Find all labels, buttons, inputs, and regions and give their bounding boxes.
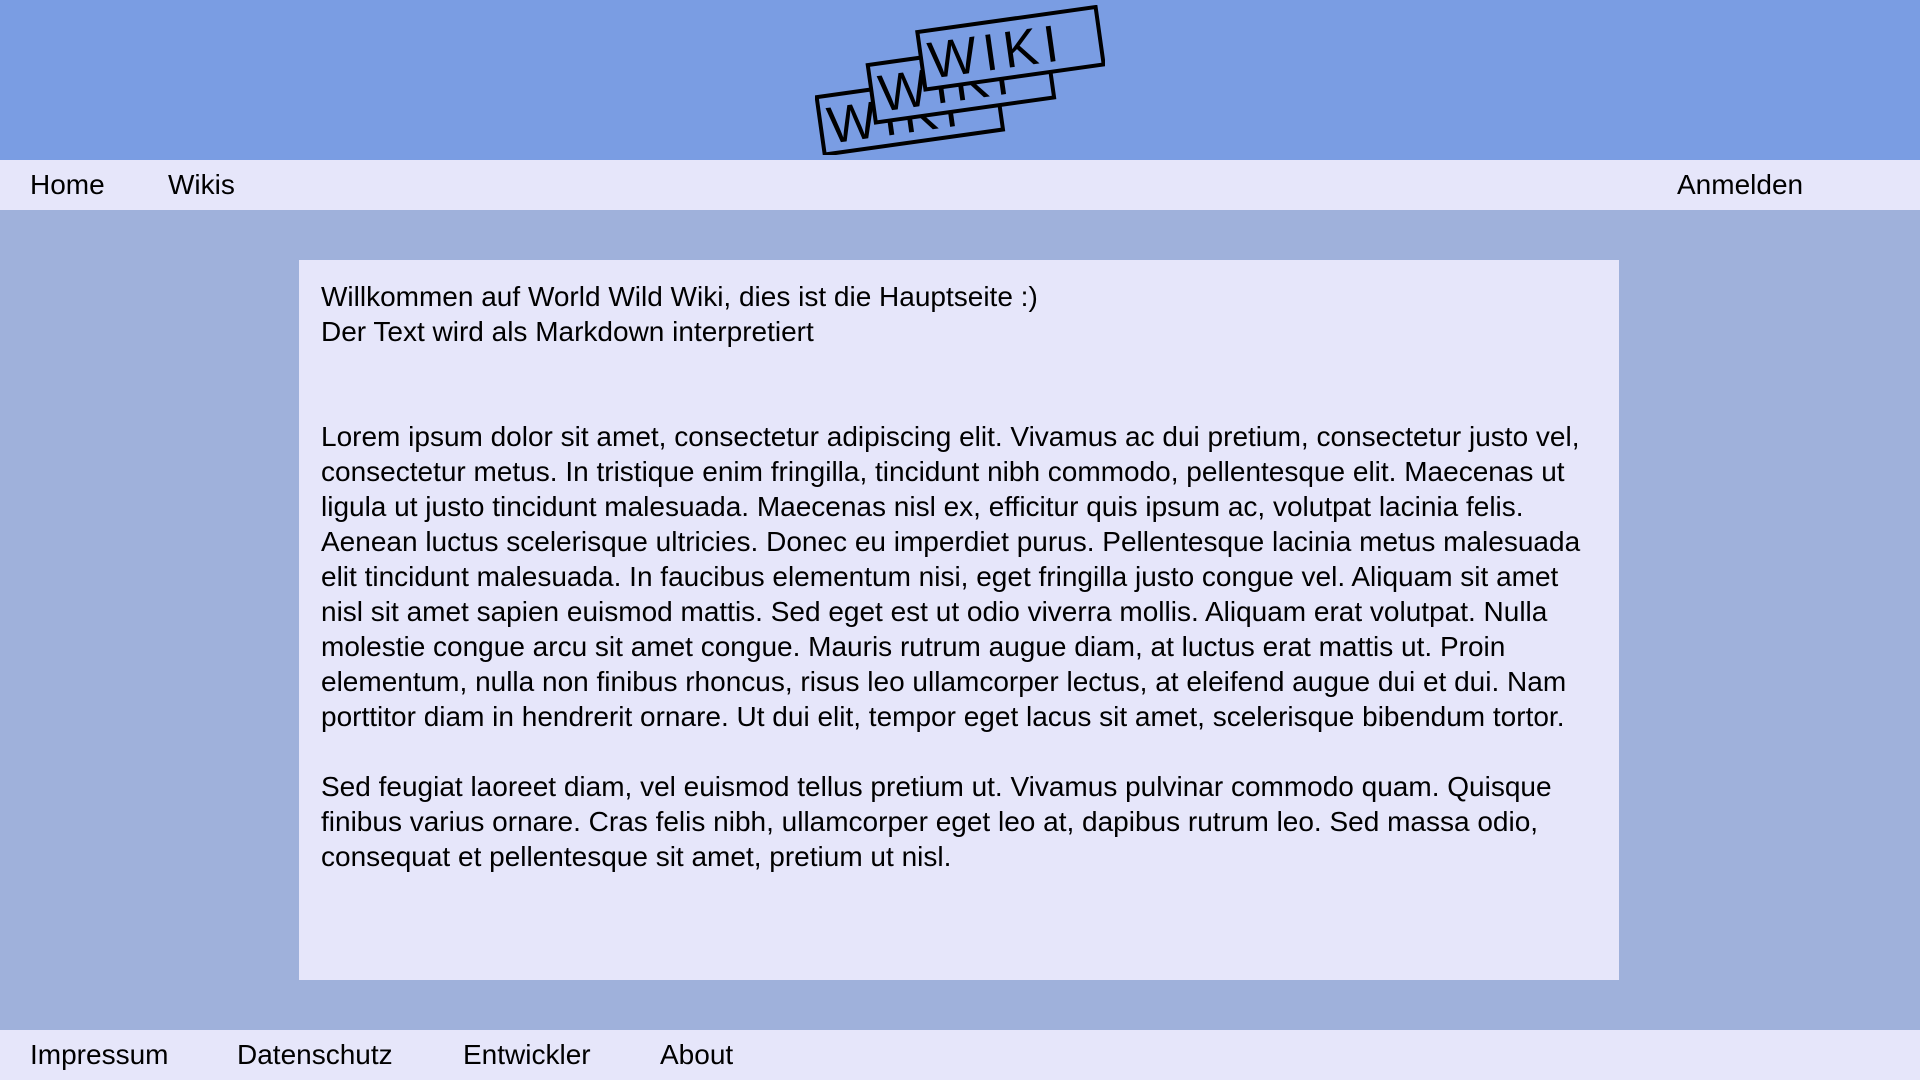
nav-home-link[interactable]: Home [30, 160, 105, 210]
nav-login-link[interactable]: Anmelden [1677, 160, 1803, 210]
markdown-note-line: Der Text wird als Markdown interpretiert [321, 316, 814, 347]
content-paragraph-1: Lorem ipsum dolor sit amet, consectetur … [321, 421, 1581, 732]
header: WIKI WIKI WIKI [0, 0, 1920, 160]
footer-impressum-link[interactable]: Impressum [30, 1030, 168, 1080]
main-content-card: Willkommen auf World Wild Wiki, dies ist… [299, 260, 1619, 980]
wiki-logo-graphic: WIKI WIKI WIKI [815, 5, 1105, 155]
nav-wikis-link[interactable]: Wikis [168, 160, 235, 210]
footer-entwickler-link[interactable]: Entwickler [463, 1030, 591, 1080]
welcome-line: Willkommen auf World Wild Wiki, dies ist… [321, 281, 1038, 312]
footer-datenschutz-link[interactable]: Datenschutz [237, 1030, 393, 1080]
footer-about-link[interactable]: About [660, 1030, 733, 1080]
footer-bar: Impressum Datenschutz Entwickler About [0, 1030, 1920, 1080]
wiki-logo[interactable]: WIKI WIKI WIKI [815, 5, 1105, 155]
top-navbar: Home Wikis Anmelden [0, 160, 1920, 210]
content-paragraph-2: Sed feugiat laoreet diam, vel euismod te… [321, 771, 1552, 872]
